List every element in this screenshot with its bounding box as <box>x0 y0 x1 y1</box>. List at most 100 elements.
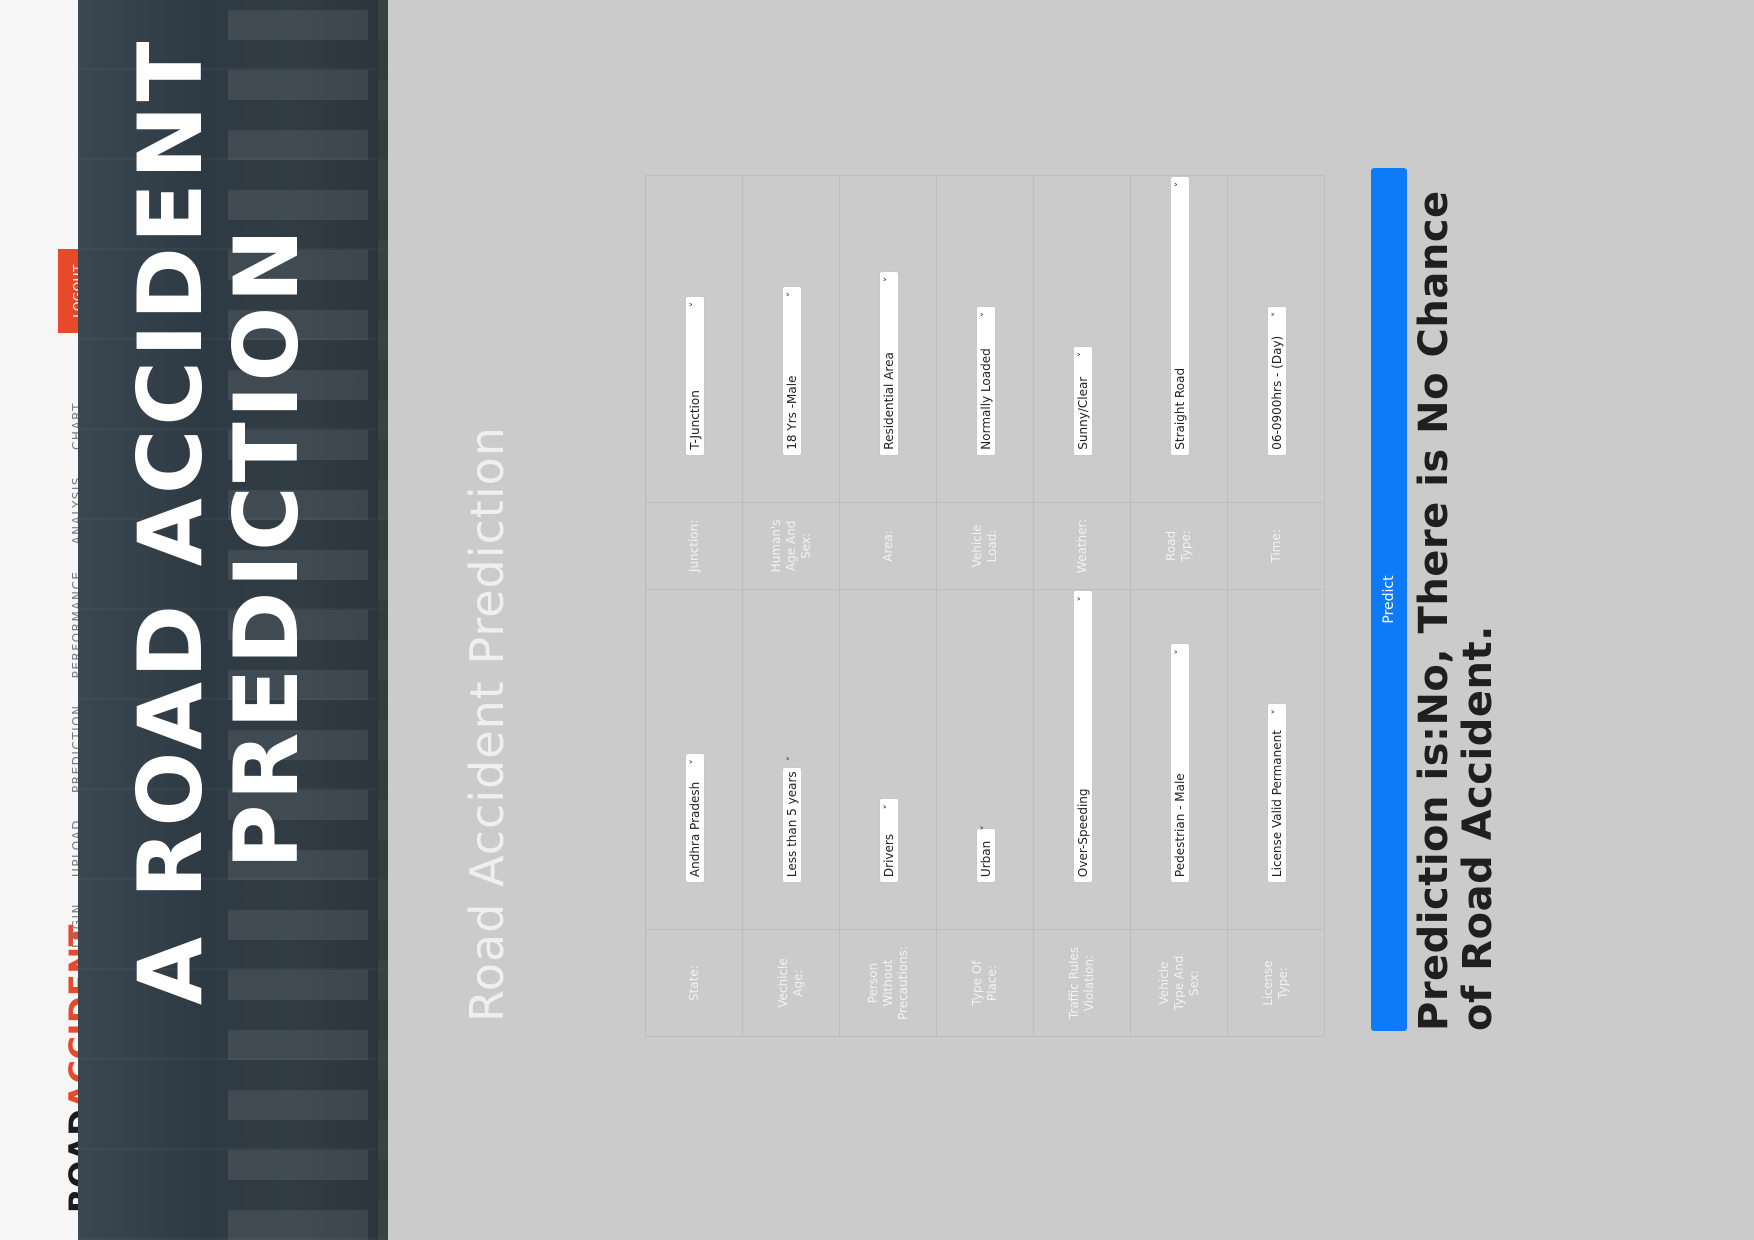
form-cell: Andhra Pradesh ˅ <box>645 589 743 930</box>
select-wrapper: License Valid Permanent ˅ <box>1266 590 1287 929</box>
form-row: Person Without Precautions: Drivers ˅ Area:… <box>839 175 937 1037</box>
form-cell: Traffic Rules Violation: <box>1033 929 1131 1037</box>
select-value: T-Junction <box>687 390 702 450</box>
field-select[interactable]: Urban ˅ <box>975 825 996 884</box>
prediction-result: Prediction is:No, There is No Chance of … <box>1411 190 1501 1031</box>
field-select[interactable]: 18 Yrs -Male ˅ <box>781 285 802 456</box>
field-select[interactable]: 06-0900hrs - (Day) ˅ <box>1266 305 1287 456</box>
chevron-down-icon: ˅ <box>1173 649 1186 655</box>
chevron-down-icon: ˅ <box>979 311 992 318</box>
field-select[interactable]: T-Junction ˅ <box>684 295 705 456</box>
field-select[interactable]: Drivers ˅ <box>878 798 899 884</box>
form-cell: Road Type: <box>1130 502 1228 590</box>
field-select[interactable]: Over-Speeding ˅ <box>1072 590 1093 884</box>
chevron-down-icon: ˅ <box>1173 181 1186 188</box>
hero-title-line2: PREDICTION <box>215 225 318 869</box>
form-cell: Over-Speeding ˅ <box>1033 589 1131 930</box>
chevron-down-icon: ˅ <box>785 291 798 298</box>
select-wrapper: Over-Speeding ˅ <box>1072 590 1093 929</box>
hero-title-line1: A ROAD ACCIDENT <box>119 37 222 1005</box>
select-value: Residential Area <box>881 352 896 450</box>
select-wrapper: T-Junction ˅ <box>684 176 705 502</box>
form-cell: Normally Loaded ˅ <box>936 175 1034 503</box>
select-value: 06-0900hrs - (Day) <box>1269 335 1284 450</box>
chevron-down-icon: ˅ <box>882 804 895 810</box>
form-row: Traffic Rules Violation: Over-Speeding ˅ We… <box>1033 175 1131 1037</box>
chevron-down-icon: ˅ <box>1270 709 1283 715</box>
form-cell: Vehicle Type And Sex: <box>1130 929 1228 1037</box>
chevron-down-icon: ˅ <box>1076 351 1089 358</box>
select-value: Sunny/Clear <box>1075 376 1090 450</box>
select-wrapper: 18 Yrs -Male ˅ <box>781 176 802 502</box>
field-label: State: <box>686 965 701 1001</box>
select-wrapper: Drivers ˅ <box>878 590 899 929</box>
chevron-down-icon: ˅ <box>882 276 895 283</box>
select-value: License Valid Permanent <box>1269 730 1284 878</box>
form-cell: Sunny/Clear ˅ <box>1033 175 1131 503</box>
select-wrapper: Normally Loaded ˅ <box>975 176 996 502</box>
form-cell: Urban ˅ <box>936 589 1034 930</box>
page-title: Road Accident Prediction <box>460 426 514 1022</box>
field-label: Traffic Rules Violation: <box>1067 946 1096 1020</box>
field-select[interactable]: Sunny/Clear ˅ <box>1072 345 1093 456</box>
select-wrapper: Less than 5 years ˅ <box>781 590 802 929</box>
prediction-form: State: Andhra Pradesh ˅ Junction: T-Junction… <box>645 175 1325 1037</box>
field-label: Human's Age And Sex: <box>768 519 813 573</box>
field-select[interactable]: Pedestrian - Male ˅ <box>1169 643 1190 884</box>
select-wrapper: 06-0900hrs - (Day) ˅ <box>1266 176 1287 502</box>
form-cell: State: <box>645 929 743 1037</box>
form-row: Vechicle Age: Less than 5 years ˅ Human's A… <box>742 175 840 1037</box>
select-wrapper: Urban ˅ <box>975 590 996 929</box>
field-label: License Type: <box>1261 960 1290 1006</box>
field-label: Vechicle Age: <box>776 958 805 1008</box>
select-value: Less than 5 years <box>784 771 799 878</box>
form-row: State: Andhra Pradesh ˅ Junction: T-Junction… <box>645 175 743 1037</box>
form-row: Type Of Place: Urban ˅ Vehicle Load: Normall… <box>936 175 1034 1037</box>
field-label: Road Type: <box>1164 530 1193 562</box>
hero-banner: A ROAD ACCIDENT PREDICTION <box>78 0 388 1240</box>
field-label: Person Without Precautions: <box>865 946 910 1020</box>
form-row: Vehicle Type And Sex: Pedestrian - Male ˅ R… <box>1130 175 1228 1037</box>
form-cell: Straight Road ˅ <box>1130 175 1228 503</box>
chevron-down-icon: ˅ <box>979 825 992 831</box>
form-cell: Less than 5 years ˅ <box>742 589 840 930</box>
form-cell: Human's Age And Sex: <box>742 502 840 590</box>
chevron-down-icon: ˅ <box>785 755 798 762</box>
field-label: Vehicle Load: <box>970 524 999 568</box>
form-cell: 06-0900hrs - (Day) ˅ <box>1227 175 1325 503</box>
field-select[interactable]: Normally Loaded ˅ <box>975 305 996 456</box>
field-select[interactable]: Andhra Pradesh ˅ <box>684 753 705 884</box>
form-cell: Pedestrian - Male ˅ <box>1130 589 1228 930</box>
select-value: Urban <box>978 840 993 878</box>
select-value: Straight Road <box>1172 367 1187 450</box>
select-wrapper: Pedestrian - Male ˅ <box>1169 590 1190 929</box>
predict-button[interactable]: Predict <box>1371 168 1407 1031</box>
select-value: Over-Speeding <box>1075 788 1090 878</box>
chevron-down-icon: ˅ <box>1076 596 1089 602</box>
select-value: Pedestrian - Male <box>1172 773 1187 878</box>
select-value: 18 Yrs -Male <box>784 375 799 450</box>
field-select[interactable]: Straight Road ˅ <box>1169 175 1190 456</box>
form-cell: Time: <box>1227 502 1325 590</box>
form-cell: Vechicle Age: <box>742 929 840 1037</box>
form-cell: License Valid Permanent ˅ <box>1227 589 1325 930</box>
field-select[interactable]: License Valid Permanent ˅ <box>1266 703 1287 884</box>
form-cell: Weather: <box>1033 502 1131 590</box>
select-value: Andhra Pradesh <box>687 781 702 878</box>
form-row: License Type: License Valid Permanent ˅ Tim… <box>1227 175 1325 1037</box>
select-wrapper: Sunny/Clear ˅ <box>1072 176 1093 502</box>
chevron-down-icon: ˅ <box>688 759 701 765</box>
form-cell: License Type: <box>1227 929 1325 1037</box>
field-select[interactable]: Less than 5 years ˅ <box>781 756 802 884</box>
form-cell: Junction: <box>645 502 743 590</box>
form-cell: Residential Area ˅ <box>839 175 937 503</box>
field-label: Junction: <box>686 519 701 573</box>
form-cell: Vehicle Load: <box>936 502 1034 590</box>
form-cell: Drivers ˅ <box>839 589 937 930</box>
select-value: Drivers <box>881 833 896 878</box>
field-label: Vehicle Type And Sex: <box>1156 955 1201 1011</box>
form-cell: 18 Yrs -Male ˅ <box>742 175 840 503</box>
page-stage: ROADACCIDENT Login Upload Prediction Per… <box>0 0 1754 1240</box>
field-select[interactable]: Residential Area ˅ <box>878 270 899 456</box>
form-cell: Type Of Place: <box>936 929 1034 1037</box>
